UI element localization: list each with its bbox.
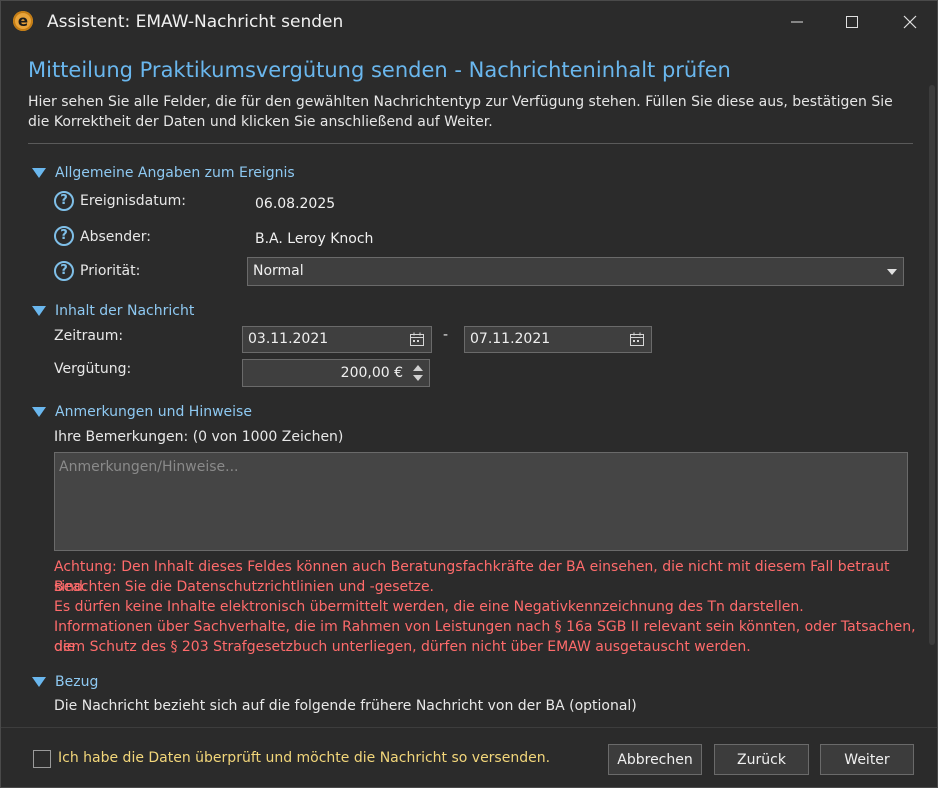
calendar-icon[interactable] <box>409 331 425 347</box>
close-button[interactable] <box>896 9 924 35</box>
cancel-button[interactable]: Abbrechen <box>608 744 702 775</box>
confirm-label[interactable]: Ich habe die Daten überprüft und möchte … <box>58 750 550 766</box>
pay-amount-value: 200,00 € <box>340 365 403 381</box>
decrement-arrow-icon[interactable] <box>413 375 423 381</box>
section-remarks-title[interactable]: Anmerkungen und Hinweise <box>55 404 252 420</box>
page-title: Mitteilung Praktikumsvergütung senden - … <box>28 58 731 82</box>
window-title: Assistent: EMAW-Nachricht senden <box>47 12 344 32</box>
collapse-remarks-toggle-icon[interactable] <box>32 407 46 417</box>
footer-divider <box>1 727 937 728</box>
collapse-reference-toggle-icon[interactable] <box>32 677 46 687</box>
app-logo-letter: e <box>17 12 29 30</box>
sender-label: Absender: <box>80 229 151 245</box>
date-label: Ereignisdatum: <box>80 193 186 209</box>
remarks-textarea[interactable] <box>54 452 908 551</box>
help-sender-icon[interactable]: ? <box>54 226 74 246</box>
title-bar[interactable]: e Assistent: EMAW-Nachricht senden <box>1 1 937 43</box>
sender-value: B.A. Leroy Knoch <box>255 231 374 247</box>
maximize-button[interactable] <box>838 9 866 35</box>
remarks-label: Ihre Bemerkungen: (0 von 1000 Zeichen) <box>54 429 344 445</box>
minimize-icon <box>791 21 803 23</box>
priority-label: Priorität: <box>80 263 141 279</box>
period-separator: - <box>443 327 449 343</box>
period-from-value: 03.11.2021 <box>248 331 329 347</box>
page-intro: Hier sehen Sie alle Felder, die für den … <box>28 94 893 130</box>
warning-line-2: Beachten Sie die Datenschutzrichtlinien … <box>54 579 435 595</box>
section-content-title[interactable]: Inhalt der Nachricht <box>55 303 194 319</box>
collapse-general-toggle-icon[interactable] <box>32 168 46 178</box>
warning-line-3: Es dürfen keine Inhalte elektronisch übe… <box>54 599 804 615</box>
priority-select[interactable]: Normal <box>247 257 904 286</box>
reference-text: Die Nachricht bezieht sich auf die folge… <box>54 698 637 714</box>
back-button[interactable]: Zurück <box>714 744 809 775</box>
section-general-title[interactable]: Allgemeine Angaben zum Ereignis <box>55 165 295 181</box>
close-icon <box>903 15 917 29</box>
warning-line-5: dem Schutz des § 203 Strafgesetzbuch unt… <box>54 639 751 655</box>
next-button[interactable]: Weiter <box>820 744 914 775</box>
calendar-icon[interactable] <box>629 331 645 347</box>
dialog-window: e Assistent: EMAW-Nachricht senden Mitte… <box>0 0 938 788</box>
pay-label: Vergütung: <box>54 361 132 377</box>
period-to-date-field[interactable]: 07.11.2021 <box>464 326 652 353</box>
date-value: 06.08.2025 <box>255 196 336 212</box>
help-priority-icon[interactable]: ? <box>54 261 74 281</box>
header-divider <box>28 143 913 144</box>
minimize-button[interactable] <box>783 9 811 35</box>
priority-selected-value: Normal <box>253 263 304 279</box>
vertical-scrollbar[interactable] <box>929 85 935 645</box>
collapse-content-toggle-icon[interactable] <box>32 306 46 316</box>
section-reference-title[interactable]: Bezug <box>55 674 98 690</box>
period-from-date-field[interactable]: 03.11.2021 <box>242 326 432 353</box>
chevron-down-icon <box>887 269 897 275</box>
confirm-checkbox[interactable] <box>33 750 51 768</box>
increment-arrow-icon[interactable] <box>413 365 423 371</box>
help-date-icon[interactable]: ? <box>54 191 74 211</box>
period-label: Zeitraum: <box>54 328 124 344</box>
app-logo-icon: e <box>13 11 33 31</box>
pay-amount-stepper[interactable]: 200,00 € <box>242 359 430 387</box>
period-to-value: 07.11.2021 <box>470 331 551 347</box>
maximize-icon <box>846 16 858 28</box>
